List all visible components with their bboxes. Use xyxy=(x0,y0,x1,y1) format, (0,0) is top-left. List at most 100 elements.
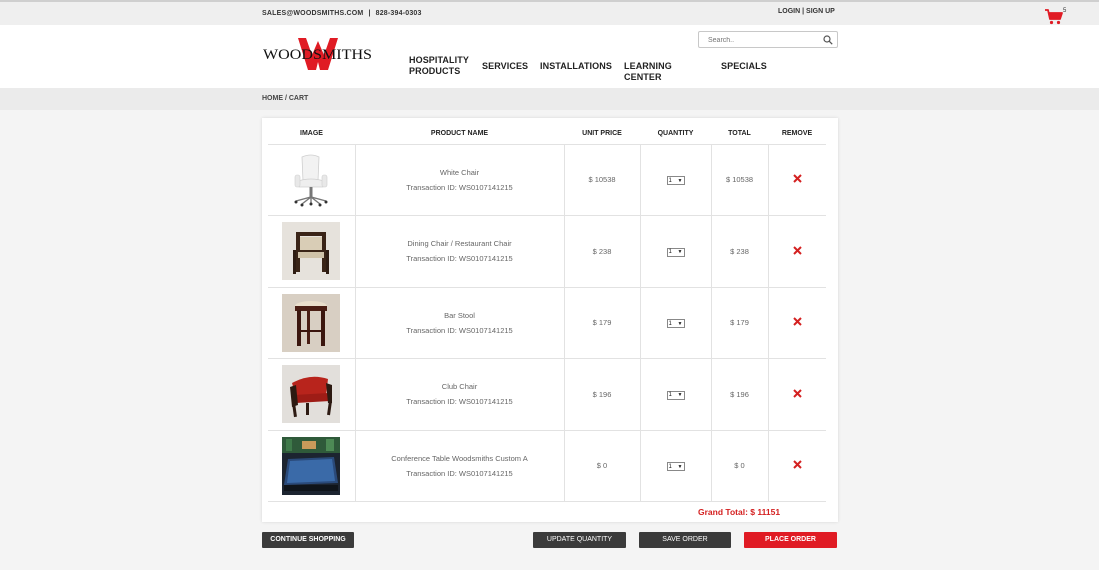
cart-panel: IMAGE PRODUCT NAME UNIT PRICE QUANTITY T… xyxy=(262,118,838,522)
table-row: Club Chair Transaction ID: WS0107141215 … xyxy=(268,358,826,431)
row-total: $ 0 xyxy=(711,430,769,502)
nav-learning-center[interactable]: LEARNING CENTER xyxy=(624,61,672,83)
nav-hospitality-line2: PRODUCTS xyxy=(409,66,461,76)
quantity-cell: 1 ▼ xyxy=(640,144,712,216)
update-quantity-button[interactable]: UPDATE QUANTITY xyxy=(533,532,626,548)
login-link[interactable]: LOGIN xyxy=(778,8,800,15)
contact-email[interactable]: SALES@WOODSMITHS.COM xyxy=(262,10,363,17)
nav-services[interactable]: SERVICES xyxy=(482,61,528,72)
search-box xyxy=(698,31,838,48)
unit-price: $ 196 xyxy=(564,358,641,431)
quantity-cell: 1 ▼ xyxy=(640,287,712,359)
transaction-id: Transaction ID: WS0107141215 xyxy=(406,397,513,407)
header-quantity: QUANTITY xyxy=(640,124,711,145)
place-order-button[interactable]: PLACE ORDER xyxy=(744,532,837,548)
header-total: TOTAL xyxy=(711,124,768,145)
product-name-cell: Bar Stool Transaction ID: WS0107141215 xyxy=(355,287,565,359)
remove-x-icon[interactable] xyxy=(793,317,802,326)
product-name-cell: Club Chair Transaction ID: WS0107141215 xyxy=(355,358,565,431)
header-unit-price: UNIT PRICE xyxy=(564,124,640,145)
dropdown-arrow-icon: ▼ xyxy=(677,249,683,255)
logo-text: WOODSMITHS xyxy=(263,47,372,63)
grand-total: Grand Total: $ 11151 xyxy=(698,507,781,517)
remove-cell xyxy=(768,144,826,216)
nav-installations[interactable]: INSTALLATIONS xyxy=(540,61,612,72)
quantity-cell: 1 ▼ xyxy=(640,215,712,288)
row-total: $ 179 xyxy=(711,287,769,359)
dropdown-arrow-icon: ▼ xyxy=(677,463,683,470)
breadcrumb-bar xyxy=(0,88,1099,110)
remove-x-icon[interactable] xyxy=(793,460,802,469)
unit-price: $ 238 xyxy=(564,215,641,288)
dropdown-arrow-icon: ▼ xyxy=(677,320,683,327)
table-row: Bar Stool Transaction ID: WS0107141215 $… xyxy=(268,287,826,359)
nav-hospitality-products[interactable]: HOSPITALITY PRODUCTS xyxy=(409,55,469,77)
auth-links: LOGIN | SIGN UP xyxy=(778,8,835,15)
product-name[interactable]: Dining Chair / Restaurant Chair xyxy=(356,239,564,248)
conference-table-image[interactable] xyxy=(282,436,341,495)
cart-count-badge: 5 xyxy=(1063,8,1067,14)
quantity-value: 1 xyxy=(668,177,672,184)
table-row: Conference Table Woodsmiths Custom A Tra… xyxy=(268,430,826,502)
row-total: $ 196 xyxy=(711,358,769,431)
product-name[interactable]: Club Chair xyxy=(356,382,564,391)
header-product-name: PRODUCT NAME xyxy=(355,124,564,145)
table-row: White Chair Transaction ID: WS0107141215… xyxy=(268,144,826,216)
remove-x-icon[interactable] xyxy=(793,389,802,398)
white-office-chair-image[interactable] xyxy=(282,150,341,209)
continue-shopping-button[interactable]: CONTINUE SHOPPING xyxy=(262,532,354,548)
product-name-cell: White Chair Transaction ID: WS0107141215 xyxy=(355,144,565,216)
save-order-button[interactable]: SAVE ORDER xyxy=(639,532,731,548)
contact-phone[interactable]: 828-394-0303 xyxy=(376,10,422,17)
breadcrumb[interactable]: HOME / CART xyxy=(262,95,308,102)
product-name[interactable]: Conference Table Woodsmiths Custom A xyxy=(356,454,564,463)
quantity-select[interactable]: 1 ▼ xyxy=(666,462,685,471)
quantity-select[interactable]: 1 ▼ xyxy=(666,247,685,257)
search-input[interactable] xyxy=(708,35,818,45)
bar-stool-image[interactable] xyxy=(282,293,341,352)
quantity-value: 1 xyxy=(668,320,672,327)
nav-specials[interactable]: SPECIALS xyxy=(721,61,767,72)
auth-separator: | xyxy=(802,8,805,15)
row-total: $ 238 xyxy=(711,215,769,288)
product-name-cell: Dining Chair / Restaurant Chair Transact… xyxy=(355,215,565,288)
product-name-cell: Conference Table Woodsmiths Custom A Tra… xyxy=(355,430,565,502)
quantity-value: 1 xyxy=(668,463,672,470)
dropdown-arrow-icon: ▼ xyxy=(677,177,683,184)
unit-price: $ 10538 xyxy=(564,144,641,216)
remove-x-icon[interactable] xyxy=(793,246,802,255)
dropdown-arrow-icon: ▼ xyxy=(677,392,683,398)
top-bar: SALES@WOODSMITHS.COM | 828-394-0303 LOGIN … xyxy=(0,0,1099,25)
unit-price: $ 179 xyxy=(564,287,641,359)
site-header: WOODSMITHS HOSPITALITY PRODUCTS SERVICES… xyxy=(0,25,1099,88)
quantity-select[interactable]: 1 ▼ xyxy=(666,390,685,400)
search-icon[interactable] xyxy=(823,35,833,45)
quantity-value: 1 xyxy=(668,249,672,255)
dining-chair-image[interactable] xyxy=(282,222,341,281)
quantity-value: 1 xyxy=(668,392,672,398)
transaction-id: Transaction ID: WS0107141215 xyxy=(406,182,513,192)
transaction-id: Transaction ID: WS0107141215 xyxy=(406,325,513,335)
row-total: $ 10538 xyxy=(711,144,769,216)
header-image: IMAGE xyxy=(268,124,355,145)
product-name[interactable]: White Chair xyxy=(356,168,564,177)
image-cell xyxy=(268,287,356,359)
table-row: Dining Chair / Restaurant Chair Transact… xyxy=(268,215,826,288)
club-chair-image[interactable] xyxy=(282,365,341,424)
image-cell xyxy=(268,215,356,288)
transaction-id: Transaction ID: WS0107141215 xyxy=(406,468,513,478)
contact-separator: | xyxy=(368,10,371,17)
quantity-select[interactable]: 1 ▼ xyxy=(666,176,685,185)
remove-x-icon[interactable] xyxy=(793,174,802,183)
remove-cell xyxy=(768,215,826,288)
product-name[interactable]: Bar Stool xyxy=(356,311,564,320)
quantity-cell: 1 ▼ xyxy=(640,430,712,502)
signup-link[interactable]: SIGN UP xyxy=(806,8,835,15)
remove-cell xyxy=(768,430,826,502)
quantity-select[interactable]: 1 ▼ xyxy=(666,319,685,328)
image-cell xyxy=(268,430,356,502)
image-cell xyxy=(268,144,356,216)
image-cell xyxy=(268,358,356,431)
woodsmiths-logo[interactable]: WOODSMITHS xyxy=(262,35,374,73)
shopping-cart-icon[interactable] xyxy=(1044,9,1064,25)
